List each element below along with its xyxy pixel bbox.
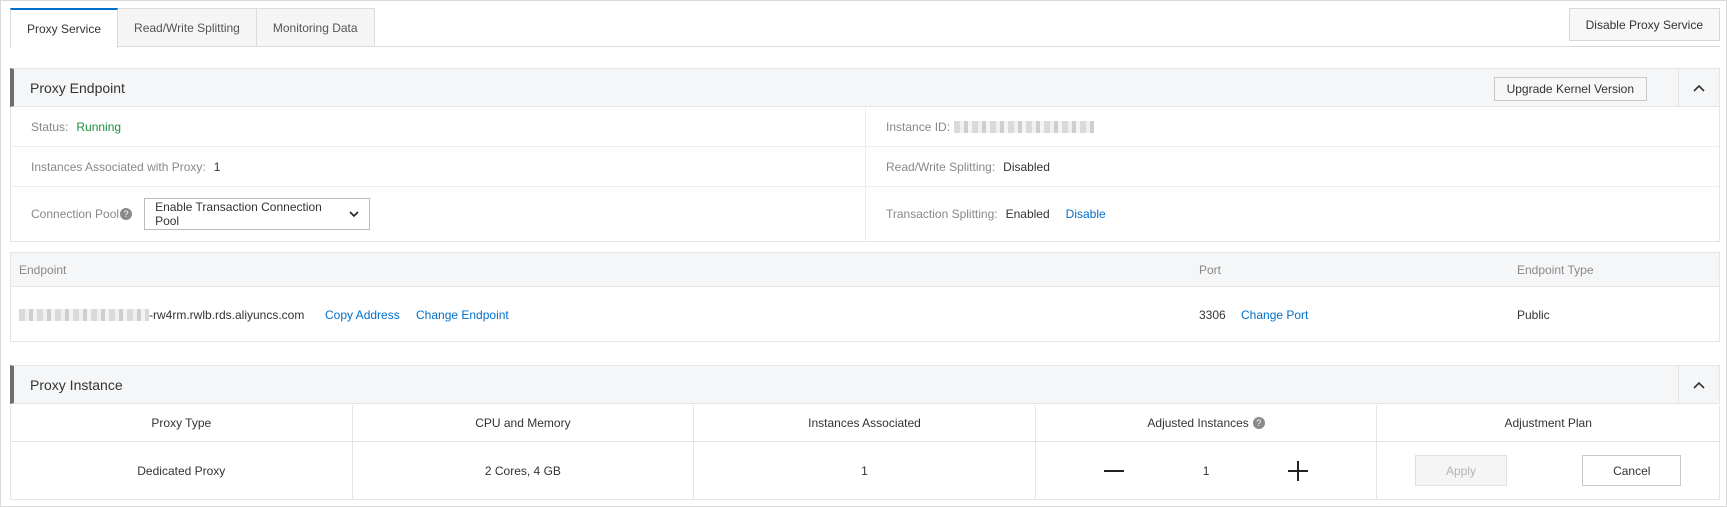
help-icon[interactable]: ? xyxy=(120,208,133,220)
connection-pool-select[interactable]: Enable Transaction Connection Pool xyxy=(144,198,371,230)
port-column-header: Port xyxy=(1199,262,1222,277)
tab-label: Read/Write Splitting xyxy=(134,21,240,35)
instances-associated-value: 1 xyxy=(694,442,1036,499)
proxy-endpoint-info: Status: Running Instance ID: Instances A… xyxy=(10,107,1720,242)
rw-splitting-cell: Read/Write Splitting: Disabled xyxy=(865,147,1719,186)
instances-associated-header: Instances Associated xyxy=(694,405,1036,442)
instances-associated-value: 1 xyxy=(213,159,221,174)
adjusted-instances-header: Adjusted Instances ? xyxy=(1035,405,1378,442)
disable-transaction-splitting-link[interactable]: Disable xyxy=(1066,207,1106,221)
tab-monitoring-data[interactable]: Monitoring Data xyxy=(255,8,375,47)
apply-button[interactable]: Apply xyxy=(1414,455,1507,486)
endpoint-type-column-header: Endpoint Type xyxy=(1517,262,1594,277)
masked-instance-id xyxy=(954,120,1095,133)
section-title: Proxy Endpoint xyxy=(30,79,125,96)
proxy-instance-header: Proxy Instance xyxy=(10,365,1720,404)
status-cell: Status: Running xyxy=(11,107,865,146)
status-label: Status: xyxy=(31,119,69,134)
plus-icon[interactable] xyxy=(1285,458,1311,484)
instances-stepper: 1 xyxy=(1101,458,1311,484)
minus-icon[interactable] xyxy=(1101,458,1127,484)
transaction-splitting-label: Transaction Splitting: xyxy=(886,207,998,221)
upgrade-kernel-version-button[interactable]: Upgrade Kernel Version xyxy=(1493,77,1647,101)
transaction-splitting-cell: Transaction Splitting: Enabled Disable xyxy=(865,187,1719,241)
section-title: Proxy Instance xyxy=(30,376,123,393)
help-icon[interactable]: ? xyxy=(1252,417,1265,429)
adjusted-instances-value[interactable]: 1 xyxy=(1203,464,1210,478)
collapse-button[interactable] xyxy=(1678,69,1719,106)
change-port-link[interactable]: Change Port xyxy=(1241,287,1308,342)
info-row: Status: Running Instance ID: xyxy=(11,107,1719,147)
connection-pool-selected: Enable Transaction Connection Pool xyxy=(155,200,322,228)
masked-endpoint-prefix xyxy=(19,308,149,321)
adjusted-instances-cell: 1 xyxy=(1036,442,1378,499)
cpu-memory-header: CPU and Memory xyxy=(352,405,695,442)
connection-pool-cell: Connection Pool ? Enable Transaction Con… xyxy=(11,187,865,241)
endpoint-column-header: Endpoint xyxy=(19,262,67,277)
adjustment-plan-header: Adjustment Plan xyxy=(1377,405,1719,442)
copy-address-link[interactable]: Copy Address xyxy=(325,287,400,342)
transaction-splitting-value: Enabled xyxy=(1005,207,1050,221)
chevron-down-icon xyxy=(349,210,359,217)
port-value: 3306 xyxy=(1199,307,1226,322)
proxy-endpoint-header: Proxy Endpoint Upgrade Kernel Version xyxy=(10,68,1720,107)
rw-splitting-label: Read/Write Splitting: xyxy=(886,159,996,174)
cpu-memory-value: 2 Cores, 4 GB xyxy=(353,442,695,499)
disable-proxy-service-button[interactable]: Disable Proxy Service xyxy=(1568,8,1720,41)
instance-id-label: Instance ID: xyxy=(886,119,951,134)
adjustment-plan-cell: Apply Cancel xyxy=(1377,442,1719,499)
info-row: Connection Pool ? Enable Transaction Con… xyxy=(11,187,1719,241)
cancel-button[interactable]: Cancel xyxy=(1582,455,1682,486)
info-row: Instances Associated with Proxy: 1 Read/… xyxy=(11,147,1719,187)
tab-read-write-splitting[interactable]: Read/Write Splitting xyxy=(117,8,257,47)
adjusted-instances-label: Adjusted Instances xyxy=(1147,416,1249,430)
instances-associated-cell: Instances Associated with Proxy: 1 xyxy=(11,147,865,186)
proxy-instance-table: Proxy Type CPU and Memory Instances Asso… xyxy=(10,405,1720,500)
table-row: -rw4rm.rwlb.rds.aliyuncs.com Copy Addres… xyxy=(11,287,1719,342)
tab-label: Monitoring Data xyxy=(272,21,358,35)
endpoint-table: Endpoint Port Endpoint Type -rw4rm.rwlb.… xyxy=(10,252,1720,342)
tab-label: Proxy Service xyxy=(27,22,102,36)
chevron-up-icon xyxy=(1693,381,1705,389)
chevron-up-icon xyxy=(1693,84,1705,92)
rw-splitting-value: Disabled xyxy=(1003,159,1050,174)
instances-associated-label: Instances Associated with Proxy: xyxy=(31,159,206,174)
change-endpoint-link[interactable]: Change Endpoint xyxy=(416,287,509,342)
tab-divider xyxy=(10,46,1720,47)
connection-pool-label: Connection Pool xyxy=(31,207,120,221)
table-header: Endpoint Port Endpoint Type xyxy=(11,253,1719,287)
collapse-button[interactable] xyxy=(1678,366,1719,403)
status-value: Running xyxy=(76,119,122,134)
tab-proxy-service[interactable]: Proxy Service xyxy=(10,8,119,48)
endpoint-suffix: -rw4rm.rwlb.rds.aliyuncs.com xyxy=(149,307,305,322)
proxy-type-header: Proxy Type xyxy=(11,405,353,442)
endpoint-type-value: Public xyxy=(1517,307,1550,322)
tab-bar: Proxy Service Read/Write Splitting Monit… xyxy=(10,8,375,48)
proxy-type-value: Dedicated Proxy xyxy=(11,442,353,499)
endpoint-address: -rw4rm.rwlb.rds.aliyuncs.com xyxy=(19,287,304,342)
instance-id-cell: Instance ID: xyxy=(865,107,1719,146)
